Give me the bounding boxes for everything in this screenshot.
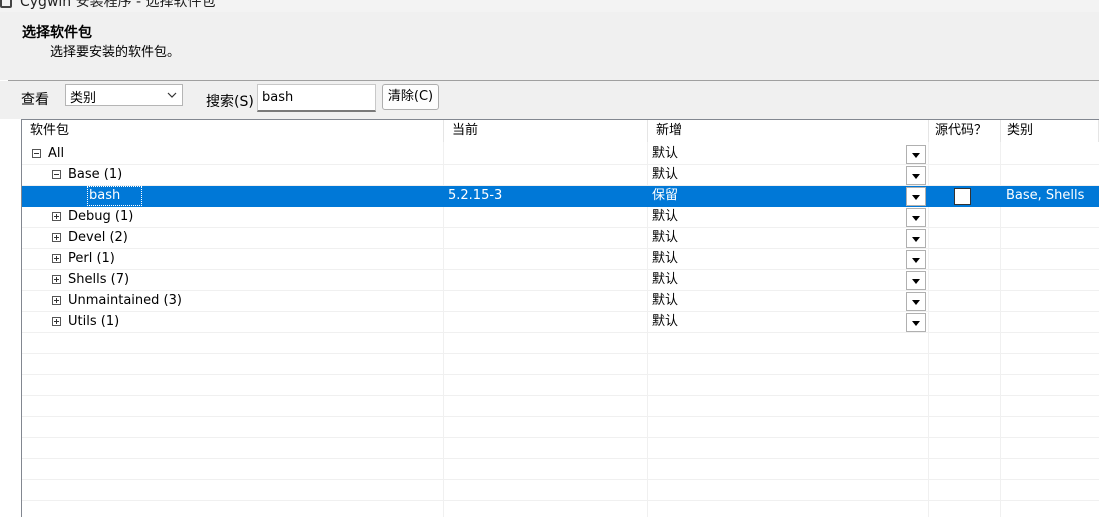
package-name: Debug (1) [68, 209, 134, 224]
current-version: 5.2.15-3 [448, 188, 503, 203]
column-header-category[interactable]: 类别 [1001, 120, 1099, 142]
empty-row [22, 438, 1099, 459]
column-header-source[interactable]: 源代码？ [929, 120, 1001, 142]
expand-icon[interactable] [52, 254, 61, 263]
new-action[interactable]: 默认 [652, 207, 678, 228]
package-name: Shells (7) [68, 272, 130, 287]
category-cell: Base, Shells [1006, 188, 1085, 203]
wizard-header: 选择软件包 选择要安装的软件包。 [0, 12, 1099, 80]
empty-row [22, 501, 1099, 517]
table-row-selected[interactable]: bash 5.2.15-3 保留 Base, Shells [22, 186, 1099, 207]
action-dropdown-button[interactable] [906, 271, 926, 290]
empty-row [22, 417, 1099, 438]
expand-icon[interactable] [52, 233, 61, 242]
package-name: Devel (2) [68, 230, 128, 245]
table-row[interactable]: Utils (1) 默认 [22, 312, 1099, 333]
table-row[interactable]: Perl (1) 默认 [22, 249, 1099, 270]
empty-row [22, 354, 1099, 375]
empty-row [22, 333, 1099, 354]
package-name: bash [89, 188, 121, 203]
empty-row [22, 375, 1099, 396]
table-row[interactable]: All 默认 [22, 144, 1099, 165]
filter-toolbar: 查看 类别 搜索(S) 清除(C) [0, 81, 1099, 119]
column-header-row: 软件包 当前 新增 源代码？ 类别 [22, 120, 1099, 142]
table-row[interactable]: Shells (7) 默认 [22, 270, 1099, 291]
new-action[interactable]: 默认 [652, 312, 678, 333]
expand-icon[interactable] [52, 296, 61, 305]
table-row[interactable]: Debug (1) 默认 [22, 207, 1099, 228]
action-dropdown-button[interactable] [906, 250, 926, 269]
page-subtitle: 选择要安装的软件包。 [50, 45, 181, 60]
action-dropdown-button[interactable] [906, 166, 926, 185]
column-header-package[interactable]: 软件包 [22, 120, 444, 142]
source-checkbox[interactable] [954, 188, 971, 205]
column-header-current[interactable]: 当前 [444, 120, 648, 142]
action-dropdown-button[interactable] [906, 313, 926, 332]
expand-icon[interactable] [52, 275, 61, 284]
package-name: Utils (1) [68, 314, 120, 329]
package-name: All [48, 146, 65, 161]
new-action[interactable]: 默认 [652, 165, 678, 186]
cygwin-app-icon [0, 0, 12, 8]
new-action[interactable]: 默认 [652, 291, 678, 312]
empty-row [22, 459, 1099, 480]
search-label: 搜索(S) [206, 94, 254, 110]
window-title: Cygwin 安装程序 - 选择软件包 [20, 0, 216, 10]
expand-icon[interactable] [52, 317, 61, 326]
clear-button[interactable]: 清除(C) [382, 84, 439, 110]
column-header-new[interactable]: 新增 [648, 120, 929, 142]
view-select-value: 类别 [70, 91, 97, 106]
action-dropdown-button[interactable] [906, 187, 926, 206]
new-action[interactable]: 保留 [652, 186, 678, 207]
empty-row [22, 396, 1099, 417]
search-input[interactable] [257, 84, 376, 112]
new-action[interactable]: 默认 [652, 144, 678, 165]
package-name: Base (1) [68, 167, 123, 182]
view-label: 查看 [21, 92, 49, 108]
empty-row [22, 480, 1099, 501]
new-action[interactable]: 默认 [652, 270, 678, 291]
chevron-down-icon [167, 92, 177, 98]
expand-icon[interactable] [52, 212, 61, 221]
action-dropdown-button[interactable] [906, 229, 926, 248]
window-titlebar: Cygwin 安装程序 - 选择软件包 [0, 0, 1099, 12]
action-dropdown-button[interactable] [906, 208, 926, 227]
page-title: 选择软件包 [22, 25, 92, 41]
action-dropdown-button[interactable] [906, 145, 926, 164]
collapse-icon[interactable] [32, 149, 41, 158]
action-dropdown-button[interactable] [906, 292, 926, 311]
new-action[interactable]: 默认 [652, 249, 678, 270]
package-name: Perl (1) [68, 251, 115, 266]
new-action[interactable]: 默认 [652, 228, 678, 249]
table-row[interactable]: Devel (2) 默认 [22, 228, 1099, 249]
table-row[interactable]: Base (1) 默认 [22, 165, 1099, 186]
table-row[interactable]: Unmaintained (3) 默认 [22, 291, 1099, 312]
package-list[interactable]: 软件包 当前 新增 源代码？ 类别 All 默认 Base (1) 默认 bas… [21, 119, 1099, 517]
view-select[interactable]: 类别 [65, 84, 183, 106]
collapse-icon[interactable] [52, 170, 61, 179]
package-name: Unmaintained (3) [68, 293, 182, 308]
